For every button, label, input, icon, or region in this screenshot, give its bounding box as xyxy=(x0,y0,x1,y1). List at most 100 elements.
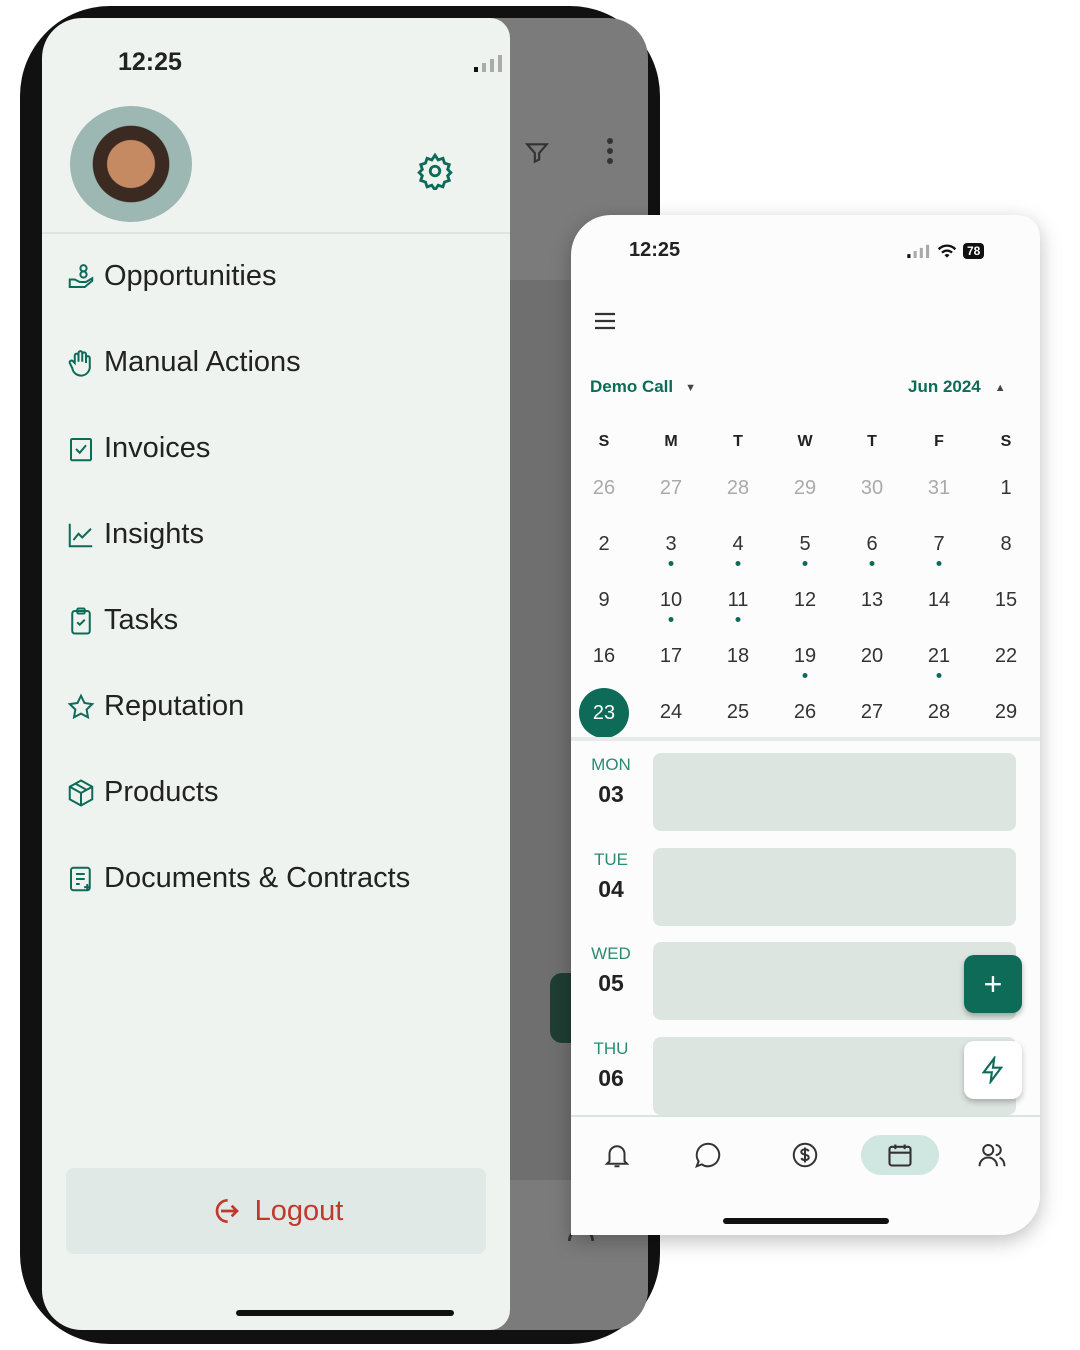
logout-label: Logout xyxy=(254,1194,344,1227)
calendar-day[interactable]: 30 xyxy=(847,477,897,500)
month-label: Jun 2024 xyxy=(908,377,981,396)
calendar-selector-label: Demo Call xyxy=(590,377,674,396)
agenda-events-slot[interactable] xyxy=(653,942,1016,1020)
calendar-day[interactable]: 11 xyxy=(713,589,763,612)
month-selector[interactable]: Jun 2024 ▲ xyxy=(908,377,1006,399)
calendar-day[interactable]: 31 xyxy=(914,477,964,500)
calendar-day[interactable]: 28 xyxy=(914,701,964,724)
calendar-day[interactable]: 2 xyxy=(579,533,629,556)
signal-icon xyxy=(907,244,930,258)
calendar-day[interactable]: 25 xyxy=(713,701,763,724)
nav-notifications[interactable] xyxy=(597,1135,637,1175)
star-icon xyxy=(67,692,95,719)
logout-icon xyxy=(215,1199,239,1223)
event-dot xyxy=(936,561,942,566)
nav-contacts[interactable] xyxy=(972,1135,1012,1175)
calendar-day[interactable]: 4 xyxy=(713,533,763,556)
agenda-weekday: MON xyxy=(591,755,631,774)
calendar-day[interactable]: 14 xyxy=(914,589,964,612)
calendar-day[interactable]: 9 xyxy=(579,589,629,612)
logout-button[interactable]: Logout xyxy=(66,1168,486,1254)
event-dot xyxy=(802,561,808,566)
gear-icon[interactable] xyxy=(416,152,454,190)
caret-up-icon: ▲ xyxy=(994,382,1006,394)
event-dot xyxy=(668,617,674,622)
agenda-weekday: WED xyxy=(591,944,631,963)
avatar[interactable] xyxy=(70,106,192,222)
document-icon xyxy=(70,866,91,891)
menu-label: Invoices xyxy=(104,432,211,464)
status-time: 12:25 xyxy=(629,239,681,261)
event-dot xyxy=(936,673,942,678)
calendar-day[interactable]: 13 xyxy=(847,589,897,612)
bell-icon xyxy=(604,1145,630,1168)
filter-icon[interactable] xyxy=(524,140,550,166)
menu-item-tasks[interactable]: Tasks xyxy=(66,604,178,637)
agenda-events-slot[interactable] xyxy=(653,753,1016,831)
weekday-header: S xyxy=(1000,433,1012,450)
calendar-day[interactable]: 19 xyxy=(780,645,830,668)
calendar-day[interactable]: 24 xyxy=(646,701,696,724)
calendar-day[interactable]: 20 xyxy=(847,645,897,668)
more-vertical-icon[interactable] xyxy=(598,136,622,166)
calendar-day[interactable]: 10 xyxy=(646,589,696,612)
users-icon xyxy=(978,1144,1006,1167)
calendar-day[interactable]: 12 xyxy=(780,589,830,612)
home-indicator xyxy=(723,1218,889,1224)
calendar-day[interactable]: 5 xyxy=(780,533,830,556)
menu-item-products[interactable]: Products xyxy=(66,776,218,809)
menu-label: Insights xyxy=(104,518,204,550)
invoice-check-icon xyxy=(70,437,92,461)
calendar-day[interactable]: 29 xyxy=(780,477,830,500)
calendar-day[interactable]: 22 xyxy=(981,645,1031,668)
weekday-header: T xyxy=(867,433,877,450)
quick-action-button[interactable] xyxy=(964,1041,1022,1099)
agenda-date: 05 xyxy=(598,970,624,996)
menu-item-opportunities[interactable]: Opportunities xyxy=(66,260,277,293)
plus-icon: + xyxy=(983,965,1003,1002)
menu-item-reputation[interactable]: Reputation xyxy=(66,690,244,723)
calendar-day[interactable]: 27 xyxy=(646,477,696,500)
calendar-day[interactable]: 16 xyxy=(579,645,629,668)
calendar-day[interactable]: 1 xyxy=(981,477,1031,500)
calendar-day[interactable]: 28 xyxy=(713,477,763,500)
calendar-day[interactable]: 27 xyxy=(847,701,897,724)
calendar-day[interactable]: 29 xyxy=(981,701,1031,724)
right-phone-calendar: 12:25 78 Demo Call ▼ Jun 2024 ▲ S M T W T F S 26 2… xyxy=(571,215,1040,1235)
caret-down-icon: ▼ xyxy=(685,382,697,394)
weekday-header: M xyxy=(664,433,678,450)
hand-icon xyxy=(68,349,91,377)
menu-item-insights[interactable]: Insights xyxy=(66,518,204,551)
status-icons: 78 xyxy=(907,243,985,259)
chat-icon xyxy=(695,1142,721,1168)
menu-label: Manual Actions xyxy=(104,346,301,378)
calendar-day[interactable]: 7 xyxy=(914,533,964,556)
weekday-header: W xyxy=(797,433,813,450)
calendar-day[interactable]: 18 xyxy=(713,645,763,668)
status-time: 12:25 xyxy=(118,48,182,76)
calendar-day[interactable]: 8 xyxy=(981,533,1031,556)
menu-label: Opportunities xyxy=(104,260,277,292)
calendar-day[interactable]: 15 xyxy=(981,589,1031,612)
nav-payments[interactable] xyxy=(785,1135,825,1175)
calendar-selector[interactable]: Demo Call ▼ xyxy=(590,377,696,399)
menu-item-documents-contracts[interactable]: Documents & Contracts xyxy=(66,862,410,895)
calendar-day[interactable]: 3 xyxy=(646,533,696,556)
calendar-day[interactable]: 26 xyxy=(579,477,629,500)
calendar-day[interactable]: 26 xyxy=(780,701,830,724)
agenda-events-slot[interactable] xyxy=(653,847,1016,926)
agenda-events-slot[interactable] xyxy=(653,1036,1016,1115)
hamburger-menu-icon[interactable] xyxy=(593,309,617,333)
menu-item-invoices[interactable]: Invoices xyxy=(66,432,210,465)
calendar-day[interactable]: 21 xyxy=(914,645,964,668)
calendar-day[interactable]: 6 xyxy=(847,533,897,556)
divider xyxy=(42,232,510,234)
menu-item-manual-actions[interactable]: Manual Actions xyxy=(66,346,301,379)
package-icon xyxy=(68,778,94,807)
add-button[interactable]: + xyxy=(964,955,1022,1013)
battery-indicator: 78 xyxy=(963,243,985,259)
calendar-day[interactable]: 17 xyxy=(646,645,696,668)
nav-chat[interactable] xyxy=(688,1135,728,1175)
nav-calendar[interactable] xyxy=(861,1135,939,1175)
calendar-day-selected[interactable]: 23 xyxy=(579,688,629,738)
